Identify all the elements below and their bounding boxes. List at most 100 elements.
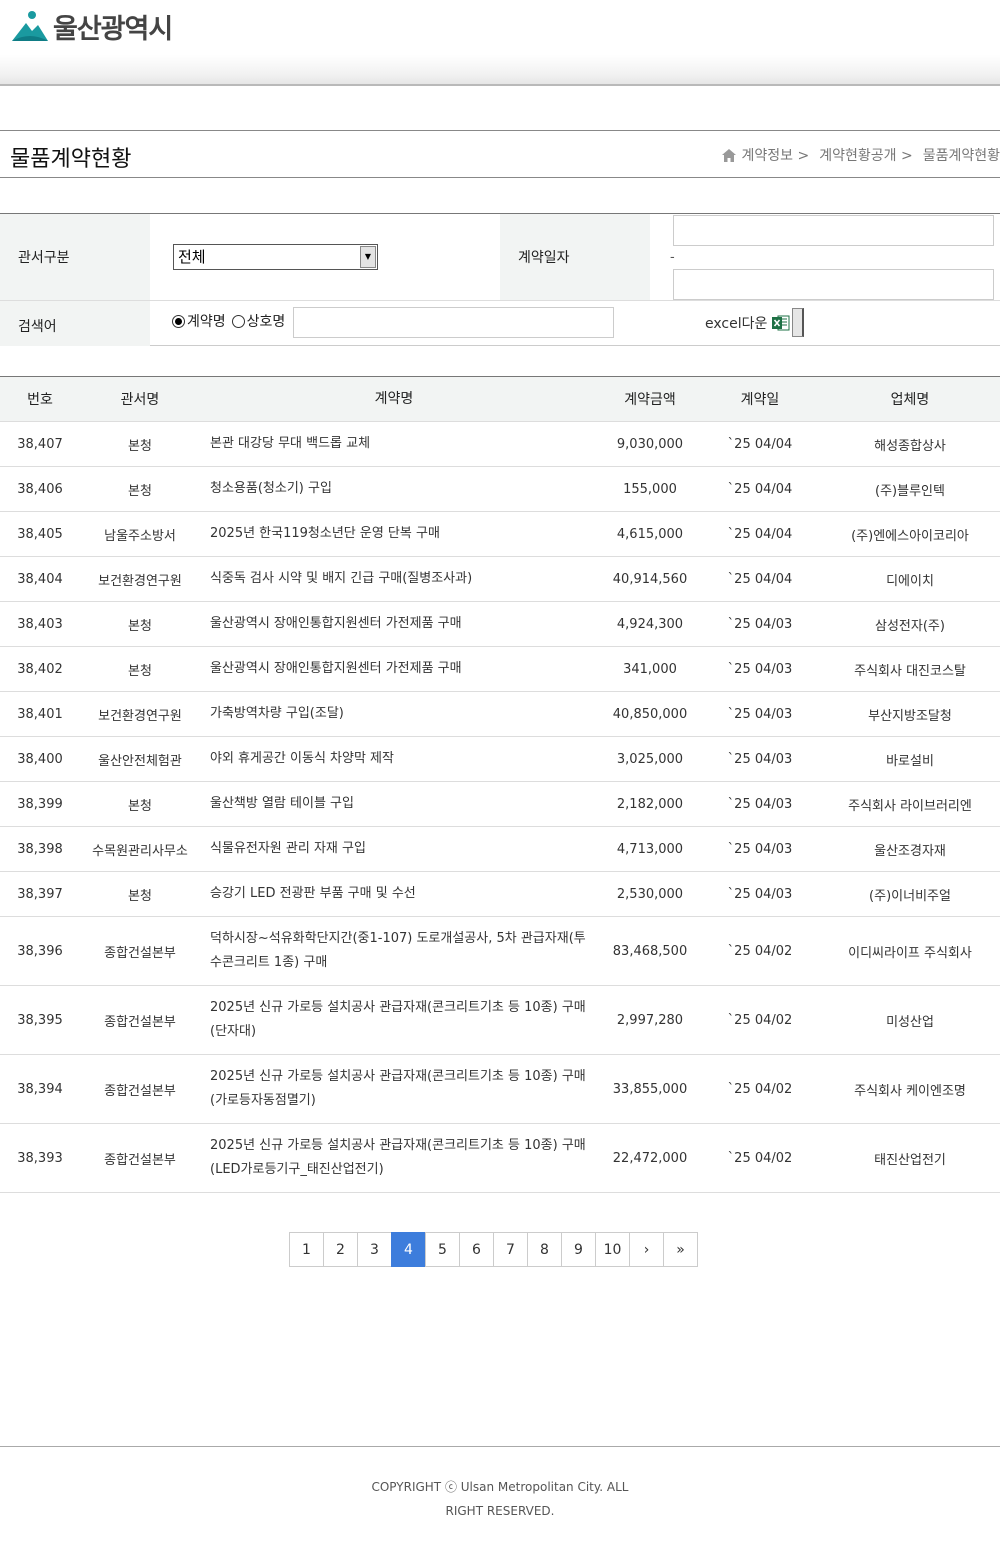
start-date-input[interactable] [673,215,994,246]
page-title: 물품계약현황 [10,147,132,172]
page-button-4[interactable]: 4 [391,1232,426,1267]
cell-date: `25 04/03 [727,886,793,902]
table-row[interactable]: 38,395 종합건설본부 2025년 신규 가로등 설치공사 관급자재(콘크리트기… [0,986,1000,1055]
cell-amount: 341,000 [623,661,677,677]
cell-dept: 본청 [128,438,152,454]
page-button-6[interactable]: 6 [459,1232,494,1267]
breadcrumb: 계약정보 > 계약현황공개 > 물품계약현황 [721,145,1000,165]
cell-amount: 22,472,000 [612,1150,688,1166]
pagination: 1 2 3 4 5 6 7 8 9 10 ›» [289,1232,698,1267]
chevron-down-icon[interactable]: ▼ [360,246,376,268]
page-button-1[interactable]: 1 [289,1232,324,1267]
radio-contract-name[interactable] [172,314,185,328]
next-page-button[interactable]: › [629,1232,664,1267]
table-row[interactable]: 38,403 본청 울산광역시 장애인통합지원센터 가전제품 구매 4,924,300… [0,602,1000,647]
page-button-9[interactable]: 9 [561,1232,596,1267]
cell-contract-name[interactable]: 청소용품(청소기) 구입 [200,477,600,501]
search-form: 관서구분 전체 ▼ 계약일자 - 검색어 계약명 상호명 excel다운 [0,213,1000,346]
cell-dept: 울산안전체험관 [98,753,182,769]
cell-vendor: (주)엔에스아이코리아 [851,528,969,544]
cell-date: `25 04/03 [727,616,793,632]
table-row[interactable]: 38,397 본청 승강기 LED 전광판 부품 구매 및 수선 2,530,000 `… [0,872,1000,917]
cell-vendor: 태진산업전기 [874,1152,946,1168]
table-row[interactable]: 38,401 보건환경연구원 가축방역차량 구입(조달) 40,850,000 `25 … [0,692,1000,737]
page-button-2[interactable]: 2 [323,1232,358,1267]
table-row[interactable]: 38,398 수목원관리사무소 식물유전자원 관리 자재 구입 4,713,000 `2… [0,827,1000,872]
cell-vendor: 미성산업 [886,1014,934,1030]
table-row[interactable]: 38,393 종합건설본부 2025년 신규 가로등 설치공사 관급자재(콘크리트기… [0,1124,1000,1193]
page-button-5[interactable]: 5 [425,1232,460,1267]
cell-no: 38,398 [17,841,63,857]
home-icon[interactable] [721,148,736,162]
table-body: 38,407 본청 본관 대강당 무대 백드롭 교체 9,030,000 `25 04/… [0,422,1000,1193]
table-row[interactable]: 38,407 본청 본관 대강당 무대 백드롭 교체 9,030,000 `25 04/… [0,422,1000,467]
breadcrumb-item-contract-status[interactable]: 계약현황공개 > [819,145,912,165]
dept-select[interactable]: 전체 ▼ [173,244,378,270]
cell-contract-name[interactable]: 식물유전자원 관리 자재 구입 [200,837,600,861]
cell-dept: 종합건설본부 [104,1014,176,1030]
cell-contract-name[interactable]: 가축방역차량 구입(조달) [200,702,600,726]
end-date-input[interactable] [673,269,994,300]
cell-no: 38,407 [17,436,63,452]
dept-select-value: 전체 [178,248,206,266]
cell-date: `25 04/03 [727,661,793,677]
table-row[interactable]: 38,402 본청 울산광역시 장애인통합지원센터 가전제품 구매 341,000 `2… [0,647,1000,692]
table-row[interactable]: 38,400 울산안전체험관 야외 휴게공간 이동식 차양막 제작 3,025,000… [0,737,1000,782]
cell-date: `25 04/04 [727,436,793,452]
table-row[interactable]: 38,406 본청 청소용품(청소기) 구입 155,000 `25 04/04 (주)블… [0,467,1000,512]
search-submit-button[interactable] [792,308,805,337]
search-row-1: 관서구분 전체 ▼ 계약일자 - [0,214,1000,301]
cell-dept: 종합건설본부 [104,945,176,961]
col-header-amount: 계약금액 [624,392,676,408]
cell-dept: 보건환경연구원 [98,708,182,724]
last-page-button[interactable]: » [663,1232,698,1267]
table-row[interactable]: 38,399 본청 울산책방 열람 테이블 구입 2,182,000 `25 04/03… [0,782,1000,827]
cell-contract-name[interactable]: 덕하시장~석유화학단지간(중1-107) 도로개설공사, 5차 관급자재(투수콘… [200,927,600,975]
cell-contract-name[interactable]: 식중독 검사 시약 및 배지 긴급 구매(질병조사과) [200,567,600,591]
cell-vendor: 부산지방조달청 [868,708,952,724]
table-row[interactable]: 38,404 보건환경연구원 식중독 검사 시약 및 배지 긴급 구매(질병조사과)… [0,557,1000,602]
cell-contract-name[interactable]: 울산책방 열람 테이블 구입 [200,792,600,816]
date-label: 계약일자 [500,214,650,300]
cell-no: 38,403 [17,616,63,632]
site-logo[interactable]: 울산광역시 [10,8,173,45]
table-row[interactable]: 38,405 남울주소방서 2025년 한국119청소년단 운영 단복 구매 4,61… [0,512,1000,557]
logo-text: 울산광역시 [53,13,173,45]
table-row[interactable]: 38,394 종합건설본부 2025년 신규 가로등 설치공사 관급자재(콘크리트기… [0,1055,1000,1124]
cell-vendor: 이디씨라이프 주식회사 [848,945,972,961]
radio-company-name[interactable] [231,314,245,328]
col-header-dept: 관서명 [120,392,160,408]
cell-amount: 2,530,000 [616,886,684,902]
cell-amount: 155,000 [623,481,677,497]
cell-contract-name[interactable]: 2025년 신규 가로등 설치공사 관급자재(콘크리트기초 등 10종) 구매(… [200,1134,600,1182]
cell-contract-name[interactable]: 2025년 한국119청소년단 운영 단복 구매 [200,522,600,546]
excel-download[interactable]: excel다운 [705,308,805,337]
radio-company-name-label[interactable]: 상호명 [247,311,286,331]
cell-amount: 4,615,000 [616,526,684,542]
page-button-10[interactable]: 10 [595,1232,630,1267]
cell-dept: 보건환경연구원 [98,573,182,589]
page-button-7[interactable]: 7 [493,1232,528,1267]
cell-no: 38,397 [17,886,63,902]
breadcrumb-item-contract-info[interactable]: 계약정보 > [742,145,810,165]
cell-contract-name[interactable]: 본관 대강당 무대 백드롭 교체 [200,432,600,456]
cell-contract-name[interactable]: 야외 휴게공간 이동식 차양막 제작 [200,747,600,771]
cell-amount: 83,468,500 [612,943,688,959]
table-row[interactable]: 38,396 종합건설본부 덕하시장~석유화학단지간(중1-107) 도로개설공사,… [0,917,1000,986]
cell-contract-name[interactable]: 울산광역시 장애인통합지원센터 가전제품 구매 [200,612,600,636]
breadcrumb-item-current[interactable]: 물품계약현황 [923,145,1000,165]
cell-date: `25 04/02 [727,1150,793,1166]
page-button-3[interactable]: 3 [357,1232,392,1267]
cell-contract-name[interactable]: 울산광역시 장애인통합지원센터 가전제품 구매 [200,657,600,681]
cell-contract-name[interactable]: 2025년 신규 가로등 설치공사 관급자재(콘크리트기초 등 10종) 구매(… [200,996,600,1044]
cell-date: `25 04/04 [727,481,793,497]
col-header-name: 계약명 [374,391,414,407]
page-button-8[interactable]: 8 [527,1232,562,1267]
cell-contract-name[interactable]: 승강기 LED 전광판 부품 구매 및 수선 [200,882,600,906]
radio-contract-name-label[interactable]: 계약명 [187,311,226,331]
cell-contract-name[interactable]: 2025년 신규 가로등 설치공사 관급자재(콘크리트기초 등 10종) 구매(… [200,1065,600,1113]
copyright-text: COPYRIGHT ⓒ Ulsan Metropolitan City. ALL… [371,1480,629,1518]
excel-icon[interactable] [772,314,790,332]
keyword-input[interactable] [293,307,614,338]
col-header-vendor: 업체명 [890,392,930,408]
